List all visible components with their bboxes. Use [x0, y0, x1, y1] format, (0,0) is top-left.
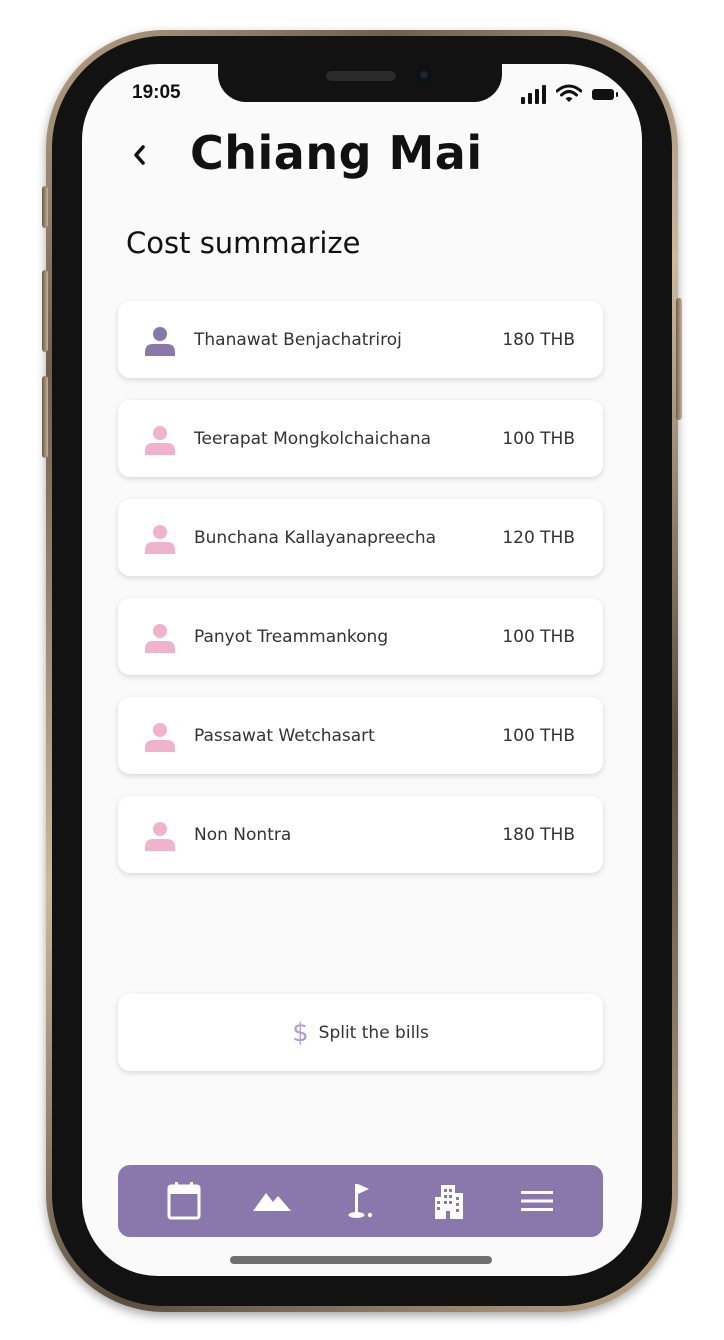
split-bills-button[interactable]: $ Split the bills [118, 994, 603, 1071]
page-title: Chiang Mai [190, 126, 483, 180]
person-icon [145, 822, 175, 851]
list-item[interactable]: Panyot Treammankong 100 THB [118, 598, 603, 675]
list-item[interactable]: Passawat Wetchasart 100 THB [118, 697, 603, 774]
battery-icon [592, 88, 618, 100]
list-item[interactable]: Bunchana Kallayanapreecha 120 THB [118, 499, 603, 576]
status-time: 19:05 [132, 82, 181, 103]
golf-flag-icon [348, 1184, 373, 1218]
nav-calendar[interactable] [162, 1179, 206, 1223]
member-amount: 100 THB [502, 627, 575, 647]
person-icon [145, 723, 175, 752]
member-name: Non Nontra [194, 825, 292, 845]
mountain-icon [253, 1193, 292, 1211]
nav-buildings[interactable] [427, 1179, 471, 1223]
front-camera [416, 67, 432, 83]
notch [218, 64, 502, 102]
chevron-left-icon [134, 145, 145, 165]
member-name: Teerapat Mongkolchaichana [194, 429, 432, 449]
list-item[interactable]: Thanawat Benjachatriroj 180 THB [118, 301, 603, 378]
list-item[interactable]: Teerapat Mongkolchaichana 100 THB [118, 400, 603, 477]
person-icon [145, 327, 175, 356]
bottom-nav [118, 1165, 603, 1237]
nav-landscape[interactable] [250, 1179, 294, 1223]
member-amount: 100 THB [502, 726, 575, 746]
member-name: Panyot Treammankong [194, 627, 389, 647]
signal-icon [521, 84, 546, 104]
mute-switch [42, 186, 48, 228]
member-name: Bunchana Kallayanapreecha [194, 528, 437, 548]
nav-menu[interactable] [515, 1179, 559, 1223]
person-icon [145, 525, 175, 554]
nav-golf[interactable] [338, 1179, 382, 1223]
split-bills-label: Split the bills [318, 1022, 429, 1043]
volume-up-button [42, 270, 48, 352]
member-name: Passawat Wetchasart [194, 726, 375, 746]
building-icon [434, 1185, 463, 1219]
person-icon [145, 426, 175, 455]
home-indicator[interactable] [230, 1256, 492, 1264]
app-screen: 19:05 Chiang Mai Cost summarize Thanawat… [82, 64, 642, 1276]
menu-icon [520, 1191, 553, 1211]
dollar-icon: $ [292, 1017, 309, 1048]
member-amount: 180 THB [502, 330, 575, 350]
member-amount: 120 THB [502, 528, 575, 548]
member-amount: 100 THB [502, 429, 575, 449]
status-icons [521, 84, 618, 104]
back-button[interactable] [124, 138, 154, 172]
calendar-icon [167, 1182, 201, 1220]
member-cost-list: Thanawat Benjachatriroj 180 THB Teerapat… [118, 301, 603, 895]
power-button [676, 298, 682, 420]
member-name: Thanawat Benjachatriroj [194, 330, 402, 350]
member-amount: 180 THB [502, 825, 575, 845]
section-title: Cost summarize [126, 226, 361, 260]
speaker-grille [326, 71, 396, 81]
wifi-icon [556, 84, 582, 102]
person-icon [145, 624, 175, 653]
list-item[interactable]: Non Nontra 180 THB [118, 796, 603, 873]
volume-down-button [42, 376, 48, 458]
